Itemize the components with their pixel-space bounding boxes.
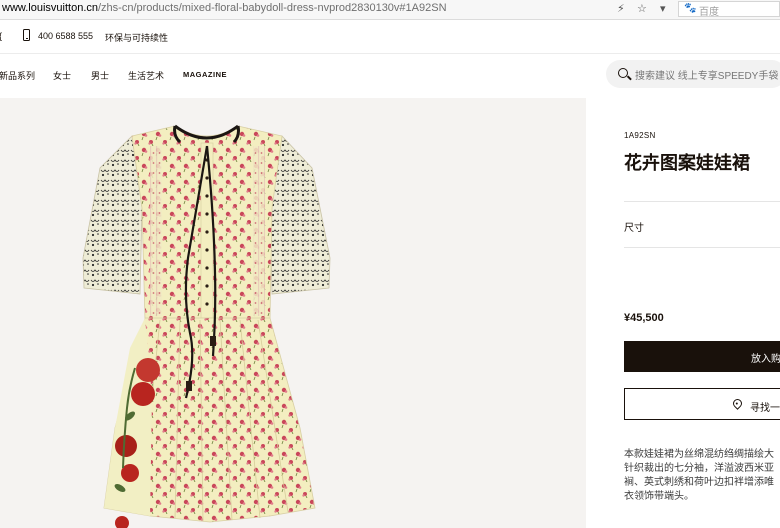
- nav-item-magazine[interactable]: MAGAZINE: [183, 70, 227, 79]
- divider: [624, 201, 780, 202]
- url-path: /zhs-cn/products/mixed-floral-babydoll-d…: [98, 2, 447, 14]
- search-placeholder: 搜索建议 线上专享SPEEDY手袋: [635, 71, 779, 82]
- utility-left-fragment[interactable]: {: [0, 31, 2, 41]
- location-pin-icon: [731, 397, 744, 410]
- add-to-cart-button[interactable]: 放入购物车: [624, 341, 780, 372]
- search-input[interactable]: 搜索建议 线上专享SPEEDY手袋: [606, 60, 780, 88]
- nav-item-men[interactable]: 男士: [91, 69, 109, 82]
- size-label[interactable]: 尺寸: [624, 219, 644, 234]
- dress-image: [82, 124, 331, 528]
- product-info-panel: 1A92SN 花卉图案娃娃裙 尺寸 ¥45,500 放入购物车 寻找一家店铺 本…: [586, 98, 780, 528]
- search-engine-label: 百度: [699, 7, 719, 18]
- phone-number[interactable]: 400 6588 555: [38, 31, 93, 41]
- nav-item-women[interactable]: 女士: [53, 69, 71, 82]
- browser-search-box[interactable]: 🐾 百度: [678, 1, 780, 18]
- product-price: ¥45,500: [624, 312, 664, 324]
- url-field[interactable]: www.louisvuitton.cn/zhs-cn/products/mixe…: [2, 2, 447, 14]
- nav-item-new[interactable]: 新品系列: [0, 69, 35, 82]
- lightning-icon[interactable]: ⚡: [617, 2, 625, 16]
- description-line: 针织裁出的七分袖，洋溢波西米亚: [624, 463, 774, 474]
- utility-bar: { 400 6588 555 环保与可持续性: [0, 20, 780, 54]
- main-nav: 新品系列 女士 男士 生活艺术 MAGAZINE 搜索建议 线上专享SPEEDY…: [0, 55, 780, 97]
- browser-address-bar: www.louisvuitton.cn/zhs-cn/products/mixe…: [0, 0, 780, 20]
- search-icon: [618, 68, 628, 78]
- description-line: 衣领饰带端头。: [624, 491, 694, 502]
- description-line: 本款娃娃裙为丝绵混纺绉绸描绘大: [624, 449, 774, 460]
- phone-icon: [23, 29, 30, 41]
- add-to-cart-label: 放入购物车: [751, 354, 780, 365]
- nav-item-art-of-living[interactable]: 生活艺术: [128, 69, 164, 82]
- product-sku: 1A92SN: [624, 131, 656, 140]
- find-in-store-button[interactable]: 寻找一家店铺: [624, 388, 780, 420]
- sustainability-link[interactable]: 环保与可持续性: [105, 31, 168, 44]
- product-title: 花卉图案娃娃裙: [624, 153, 750, 173]
- paw-icon: 🐾: [684, 3, 697, 14]
- chevron-down-icon[interactable]: ▾: [660, 2, 666, 16]
- description-line: 裥、英式刺绣和荷叶边扣袢增添唯: [624, 477, 774, 488]
- product-image-area[interactable]: [0, 98, 586, 528]
- star-icon[interactable]: ☆: [637, 2, 647, 16]
- find-in-store-label: 寻找一家店铺: [750, 403, 780, 414]
- url-domain: www.louisvuitton.cn: [2, 2, 98, 14]
- divider: [624, 247, 780, 248]
- product-description: 本款娃娃裙为丝绵混纺绉绸描绘大 针织裁出的七分袖，洋溢波西米亚 裥、英式刺绣和荷…: [624, 448, 780, 504]
